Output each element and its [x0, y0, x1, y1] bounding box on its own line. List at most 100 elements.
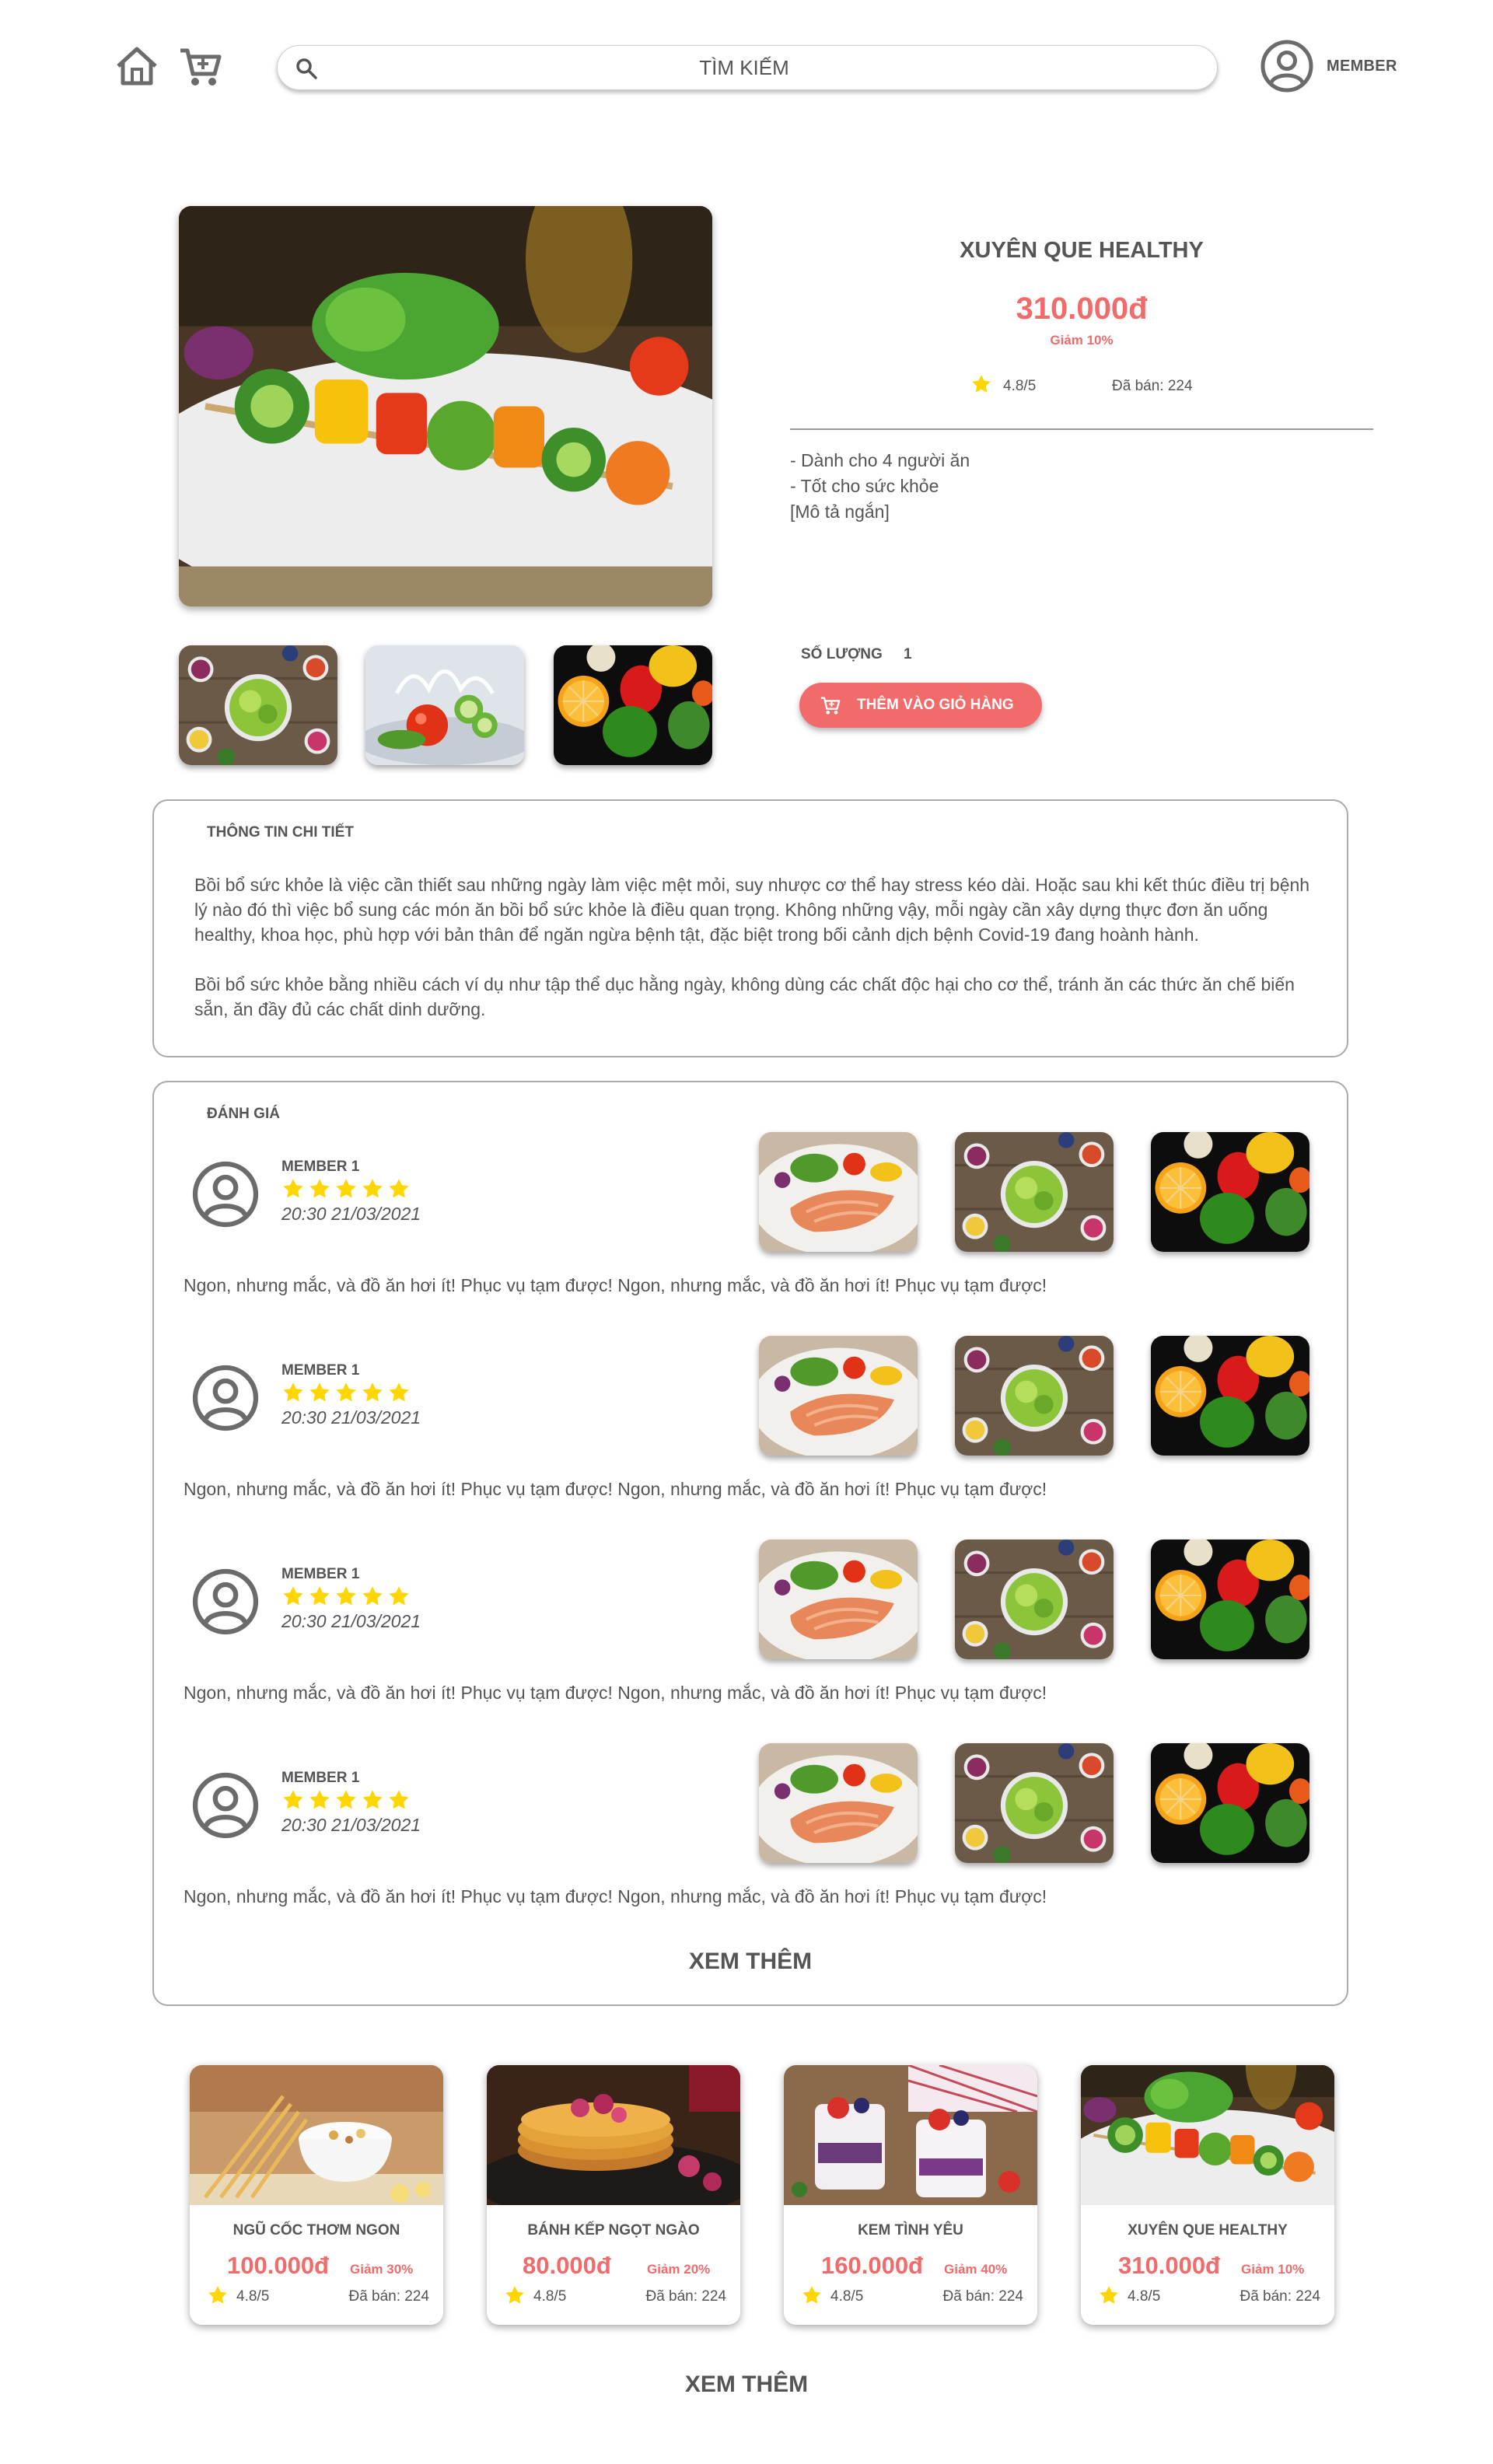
review-image[interactable]	[1151, 1132, 1309, 1252]
card-image	[784, 2065, 1037, 2205]
review-time: 20:30 21/03/2021	[281, 1407, 421, 1428]
card-title: XUYÊN QUE HEALTHY	[1128, 2222, 1288, 2239]
star-icon	[334, 1585, 358, 1608]
star-icon	[1098, 2284, 1120, 2306]
card-rating: 4.8/5	[1128, 2288, 1161, 2305]
product-thumbnail[interactable]	[554, 645, 712, 765]
user-icon	[191, 1364, 260, 1432]
product-main-image	[179, 206, 712, 606]
review-stars	[281, 1381, 411, 1404]
review-image[interactable]	[1151, 1540, 1309, 1659]
reviewer-name: MEMBER 1	[281, 1770, 360, 1786]
card-title: KEM TÌNH YÊU	[858, 2222, 963, 2239]
details-paragraph: Bồi bổ sức khỏe là việc cần thiết sau nh…	[194, 875, 1310, 945]
product-discount: Giảm 10%	[1050, 333, 1114, 348]
quantity-label: SỐ LƯỢNG	[801, 646, 883, 662]
card-sold-count: Đã bán: 224	[645, 2288, 726, 2305]
see-more-reviews-button[interactable]: XEM THÊM	[154, 1948, 1347, 1975]
add-to-cart-button[interactable]: THÊM VÀO GIỎ HÀNG	[799, 683, 1042, 728]
star-icon	[361, 1585, 384, 1608]
related-product-card[interactable]: BÁNH KẾP NGỌT NGÀO 80.000đ Giảm 20% 4.8/…	[487, 2065, 740, 2325]
product-thumbnail[interactable]	[365, 645, 524, 765]
review-stars	[281, 1177, 411, 1201]
card-image	[487, 2065, 740, 2205]
card-image	[1081, 2065, 1334, 2205]
card-discount: Giảm 30%	[350, 2262, 414, 2277]
card-price: 80.000đ	[523, 2252, 611, 2279]
review-stars	[281, 1585, 411, 1608]
star-icon	[387, 1788, 411, 1812]
card-price: 100.000đ	[227, 2252, 329, 2279]
star-icon	[207, 2284, 229, 2306]
cart-icon[interactable]	[177, 43, 224, 89]
product-thumbnail[interactable]	[179, 645, 337, 765]
card-sold-count: Đã bán: 224	[1240, 2288, 1320, 2305]
review-text: Ngon, nhưng mắc, và đồ ăn hơi ít! Phục v…	[184, 1683, 1047, 1703]
card-price: 160.000đ	[821, 2252, 923, 2279]
see-more-products-button[interactable]: XEM THÊM	[0, 2371, 1493, 2398]
details-panel: THÔNG TIN CHI TIẾT Bồi bổ sức khỏe là vi…	[152, 799, 1348, 1057]
review-text: Ngon, nhưng mắc, và đồ ăn hơi ít! Phục v…	[184, 1275, 1047, 1295]
related-product-card[interactable]: XUYÊN QUE HEALTHY 310.000đ Giảm 10% 4.8/…	[1081, 2065, 1334, 2325]
product-title: XUYÊN QUE HEALTHY	[960, 238, 1204, 263]
card-discount: Giảm 10%	[1241, 2262, 1305, 2277]
reviewer-name: MEMBER 1	[281, 1159, 360, 1175]
user-icon	[191, 1568, 260, 1636]
review-image[interactable]	[759, 1743, 918, 1863]
star-icon	[387, 1585, 411, 1608]
card-title: NGŨ CỐC THƠM NGON	[233, 2222, 400, 2239]
review-image[interactable]	[955, 1743, 1114, 1863]
star-icon	[801, 2284, 823, 2306]
search-bar[interactable]	[277, 45, 1218, 90]
review-image[interactable]	[759, 1132, 918, 1252]
description-line: - Dành cho 4 người ăn	[790, 450, 970, 470]
star-icon	[281, 1381, 305, 1404]
card-sold-count: Đã bán: 224	[942, 2288, 1023, 2305]
review-image[interactable]	[955, 1132, 1114, 1252]
review-image[interactable]	[759, 1336, 918, 1456]
review-image[interactable]	[1151, 1743, 1309, 1863]
reviews-panel: ĐÁNH GIÁ MEMBER 1 20:30 21/03/2021 Ngon,…	[152, 1081, 1348, 2006]
review-image[interactable]	[759, 1540, 918, 1659]
star-icon	[334, 1177, 358, 1201]
reviewer-name: MEMBER 1	[281, 1566, 360, 1582]
details-title: THÔNG TIN CHI TIẾT	[207, 824, 354, 841]
user-icon[interactable]	[1260, 39, 1314, 93]
member-label[interactable]: MEMBER	[1327, 58, 1397, 75]
review-image[interactable]	[1151, 1336, 1309, 1456]
user-icon	[191, 1160, 260, 1229]
search-icon[interactable]	[295, 57, 318, 80]
star-icon	[387, 1177, 411, 1201]
card-price: 310.000đ	[1118, 2252, 1220, 2279]
card-title: BÁNH KẾP NGỌT NGÀO	[527, 2222, 700, 2239]
related-product-card[interactable]: KEM TÌNH YÊU 160.000đ Giảm 40% 4.8/5 Đã …	[784, 2065, 1037, 2325]
star-icon	[281, 1585, 305, 1608]
search-input[interactable]	[332, 46, 1156, 89]
related-product-card[interactable]: NGŨ CỐC THƠM NGON 100.000đ Giảm 30% 4.8/…	[190, 2065, 443, 2325]
review-time: 20:30 21/03/2021	[281, 1815, 421, 1835]
product-rating: 4.8/5	[1003, 378, 1037, 394]
home-icon[interactable]	[114, 43, 160, 89]
review-image[interactable]	[955, 1540, 1114, 1659]
star-icon	[970, 373, 992, 395]
star-icon	[504, 2284, 526, 2306]
reviews-title: ĐÁNH GIÁ	[207, 1106, 280, 1122]
card-rating: 4.8/5	[533, 2288, 567, 2305]
product-sold-count: Đã bán: 224	[1112, 378, 1193, 394]
review-image[interactable]	[955, 1336, 1114, 1456]
product-short-description: - Dành cho 4 người ăn - Tốt cho sức khỏe…	[790, 448, 1373, 525]
add-cart-icon	[820, 697, 841, 715]
quantity-field[interactable]: 1	[904, 646, 912, 663]
reviewer-name: MEMBER 1	[281, 1362, 360, 1379]
star-icon	[308, 1585, 331, 1608]
star-icon	[308, 1381, 331, 1404]
review-text: Ngon, nhưng mắc, và đồ ăn hơi ít! Phục v…	[184, 1886, 1047, 1907]
star-icon	[308, 1177, 331, 1201]
star-icon	[281, 1177, 305, 1201]
review-text: Ngon, nhưng mắc, và đồ ăn hơi ít! Phục v…	[184, 1479, 1047, 1499]
star-icon	[387, 1381, 411, 1404]
card-rating: 4.8/5	[830, 2288, 864, 2305]
user-icon	[191, 1771, 260, 1840]
card-rating: 4.8/5	[236, 2288, 270, 2305]
details-paragraph: Bồi bổ sức khỏe bằng nhiều cách ví dụ nh…	[194, 974, 1295, 1019]
